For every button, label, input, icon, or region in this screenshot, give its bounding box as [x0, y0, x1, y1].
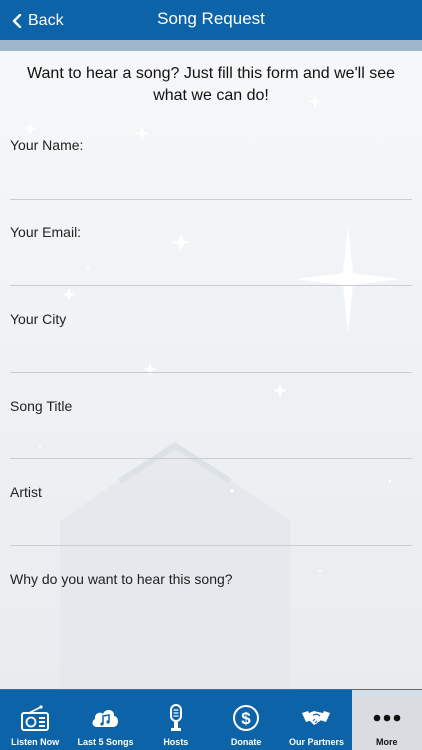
tab-listen-now-label: Listen Now: [11, 737, 60, 747]
email-label: Your Email:: [10, 224, 82, 240]
song-title-field: Song Title: [10, 398, 412, 459]
song-title-label: Song Title: [10, 398, 73, 414]
name-field: Your Name:: [10, 137, 412, 200]
more-icon: [373, 714, 401, 722]
tab-more[interactable]: More: [351, 690, 422, 750]
tab-donate[interactable]: $ Donate: [211, 690, 281, 750]
reason-label: Why do you want to hear this song?: [10, 571, 233, 587]
city-label: Your City: [10, 311, 67, 327]
tab-hosts-label: Hosts: [163, 737, 189, 747]
name-label: Your Name:: [10, 137, 84, 153]
reason-textarea[interactable]: [10, 599, 412, 689]
dollar-icon: $: [233, 705, 260, 731]
bottom-tab-bar: Listen Now Last 5 Songs Hosts $ Donate O…: [0, 689, 422, 750]
tab-listen-now[interactable]: Listen Now: [0, 690, 70, 750]
tab-donate-label: Donate: [230, 737, 262, 747]
radio-icon: [21, 705, 50, 731]
svg-text:$: $: [241, 709, 251, 728]
top-navigation-bar: Back Song Request: [0, 0, 422, 40]
header-divider-strip: [0, 40, 422, 51]
city-input[interactable]: [10, 341, 412, 373]
form-content: Want to hear a song? Just fill this form…: [0, 51, 422, 689]
artist-field: Artist: [10, 484, 412, 546]
artist-label: Artist: [10, 484, 42, 500]
tab-our-partners-label: Our Partners: [288, 737, 344, 747]
song-title-input[interactable]: [10, 427, 412, 459]
music-cloud-icon: [93, 710, 119, 727]
email-input[interactable]: [10, 254, 412, 286]
form-intro-text: Want to hear a song? Just fill this form…: [27, 65, 395, 104]
name-input[interactable]: [10, 168, 412, 200]
city-field: Your City: [10, 311, 412, 373]
microphone-icon: [169, 704, 182, 731]
artist-input[interactable]: [10, 514, 412, 546]
tab-more-label: More: [376, 737, 398, 747]
handshake-icon: [302, 711, 331, 725]
reason-field: Why do you want to hear this song?: [10, 571, 412, 689]
email-field: Your Email:: [10, 224, 412, 286]
page-title: Song Request: [157, 9, 265, 28]
tab-last-5-songs[interactable]: Last 5 Songs: [70, 690, 140, 750]
tab-our-partners[interactable]: Our Partners: [281, 690, 351, 750]
tab-last-5-songs-label: Last 5 Songs: [77, 737, 134, 747]
tab-hosts[interactable]: Hosts: [141, 690, 211, 750]
